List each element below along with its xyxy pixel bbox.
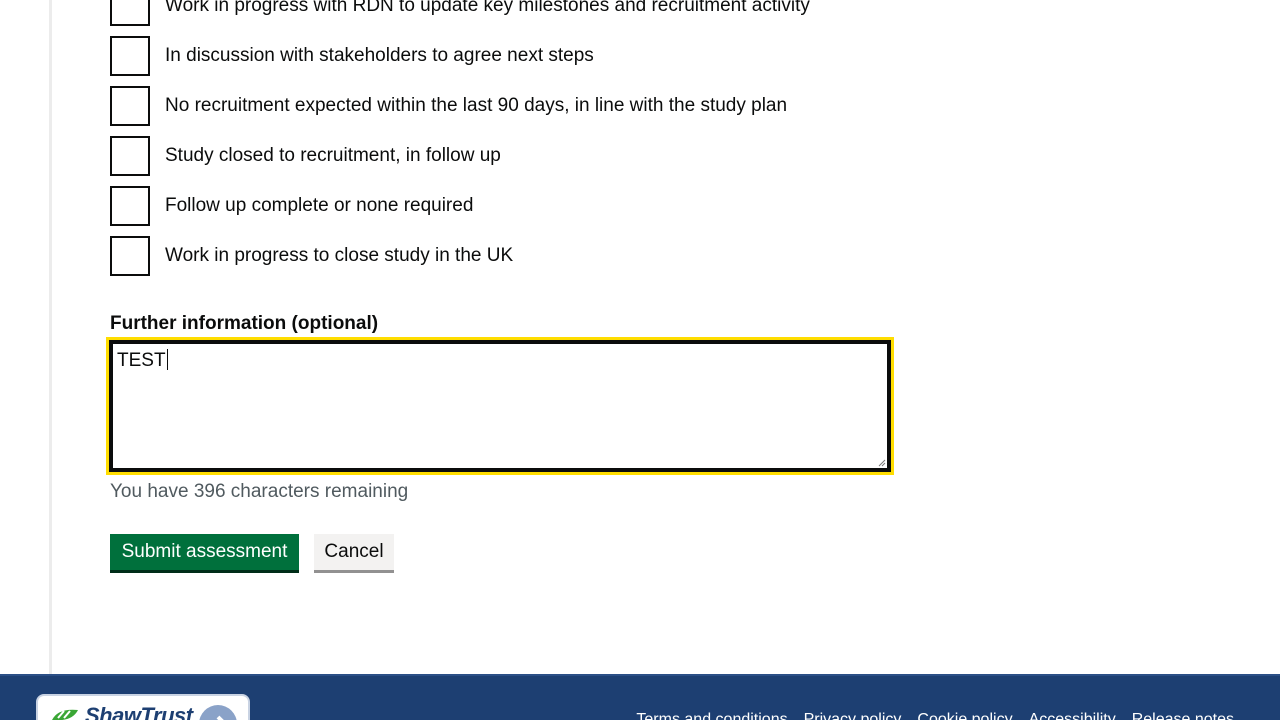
checkbox[interactable] — [110, 36, 150, 76]
privacy-link[interactable]: Privacy policy — [804, 711, 902, 720]
footer-link-item: Terms and conditions — [636, 710, 787, 720]
release-notes-link[interactable]: Release notes — [1132, 711, 1234, 720]
checkbox-label[interactable]: Work in progress with RDN to update key … — [165, 0, 810, 18]
checkbox-label[interactable]: Follow up complete or none required — [165, 194, 473, 218]
page: Work in progress with RDN to update key … — [0, 0, 1280, 720]
shaw-trust-leaf-icon — [52, 709, 78, 720]
checkbox[interactable] — [110, 136, 150, 176]
accessibility-link[interactable]: Accessibility — [1029, 711, 1116, 720]
checkbox-label[interactable]: In discussion with stakeholders to agree… — [165, 44, 594, 68]
status-option-close-study-uk[interactable]: Work in progress to close study in the U… — [110, 236, 810, 276]
checkbox[interactable] — [110, 186, 150, 226]
footer-link-item: Release notes — [1132, 710, 1234, 720]
further-info-textarea[interactable]: TEST — [106, 337, 894, 475]
status-option-no-recruitment-expected[interactable]: No recruitment expected within the last … — [110, 86, 810, 126]
textarea-value: TEST — [117, 350, 166, 371]
textarea-value-wrap: TEST — [117, 349, 168, 373]
checkbox[interactable] — [110, 86, 150, 126]
left-border — [49, 0, 52, 674]
cookie-link[interactable]: Cookie policy — [917, 711, 1012, 720]
character-count-hint: You have 396 characters remaining — [110, 481, 409, 502]
status-option-stakeholder-discussion[interactable]: In discussion with stakeholders to agree… — [110, 36, 810, 76]
text-caret — [166, 349, 168, 370]
footer-links: Terms and conditions Privacy policy Cook… — [636, 710, 1234, 720]
checkbox[interactable] — [110, 236, 150, 276]
status-option-closed-follow-up[interactable]: Study closed to recruitment, in follow u… — [110, 136, 810, 176]
checkbox[interactable] — [110, 0, 150, 26]
submit-assessment-button[interactable]: Submit assessment — [110, 534, 299, 570]
checkbox-label[interactable]: Work in progress to close study in the U… — [165, 244, 513, 268]
checkbox-label[interactable]: Study closed to recruitment, in follow u… — [165, 144, 501, 168]
footer-link-item: Accessibility — [1029, 710, 1116, 720]
footer-link-item: Privacy policy — [804, 710, 902, 720]
status-option-follow-up-complete[interactable]: Follow up complete or none required — [110, 186, 810, 226]
shaw-trust-logo[interactable]: ShawTrust — [36, 694, 250, 720]
terms-link[interactable]: Terms and conditions — [636, 711, 787, 720]
logo-text: ShawTrust — [85, 703, 193, 720]
further-info-label: Further information (optional) — [110, 313, 379, 334]
footer: ShawTrust Terms and conditions Privacy p… — [0, 674, 1280, 720]
footer-link-item: Cookie policy — [917, 710, 1012, 720]
checkbox-label[interactable]: No recruitment expected within the last … — [165, 94, 787, 118]
status-option-rdn-update[interactable]: Work in progress with RDN to update key … — [110, 0, 810, 26]
cancel-button[interactable]: Cancel — [314, 534, 394, 570]
resize-handle-icon[interactable] — [878, 459, 886, 467]
status-checkbox-list: Work in progress with RDN to update key … — [110, 0, 810, 286]
arrow-right-icon — [199, 705, 237, 720]
